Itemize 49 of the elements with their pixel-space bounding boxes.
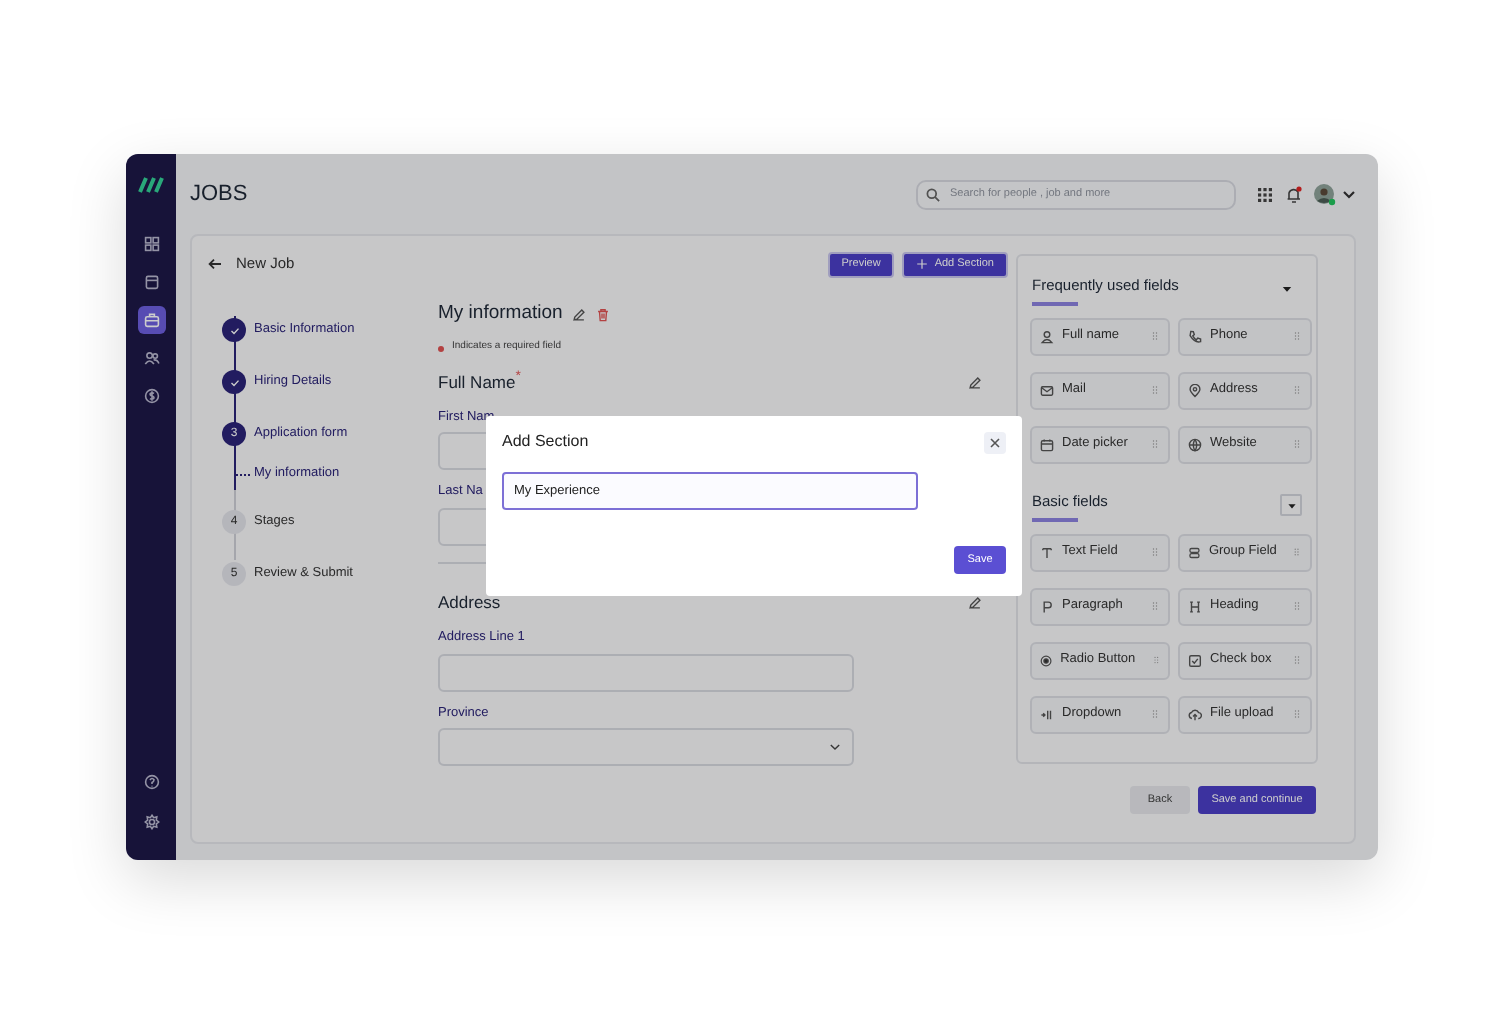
phone-icon: [1188, 329, 1202, 344]
page-title: JOBS: [190, 179, 248, 210]
close-button[interactable]: [984, 431, 1006, 453]
plus-icon: [916, 258, 929, 270]
check-icon: [227, 323, 241, 337]
radio-button-icon: [1040, 653, 1053, 667]
calendar-icon: [1040, 437, 1054, 452]
people-icon: [143, 350, 159, 366]
check-icon: [227, 375, 241, 389]
section-title: Address: [438, 590, 501, 616]
mail-icon: [1040, 383, 1054, 398]
select-field[interactable]: [438, 728, 854, 767]
collapse-button[interactable]: [1280, 494, 1302, 517]
dialog-title: Add Section: [502, 430, 589, 454]
section-title: Full Name$^{*}$: [438, 369, 521, 395]
cloud-upload-icon: [1188, 707, 1202, 721]
pencil-icon: [572, 307, 587, 322]
heading-icon: [1188, 599, 1202, 613]
logo-icon: [138, 176, 164, 194]
apps-grid-icon[interactable]: [1258, 187, 1272, 201]
pencil-icon: [968, 375, 982, 390]
dollar-coin-icon: [143, 388, 159, 404]
notification-bell-icon[interactable]: [1286, 185, 1302, 203]
paragraph-icon: [1040, 599, 1054, 613]
avatar[interactable]: [1314, 183, 1336, 205]
trash-icon: [596, 307, 611, 322]
back-arrow-icon[interactable]: [208, 258, 222, 270]
caret-down-icon: [1285, 499, 1297, 512]
search-icon: [926, 187, 940, 201]
person-icon: [1040, 329, 1054, 344]
dashboard-grid-icon: [143, 236, 159, 252]
caret-down-icon[interactable]: [1280, 282, 1294, 297]
chevron-down-icon[interactable]: [1342, 189, 1356, 199]
briefcase-icon: [143, 312, 159, 328]
input-field[interactable]: [438, 653, 854, 691]
globe-icon: [1188, 437, 1202, 452]
calendar-icon: [143, 274, 159, 290]
chevron-down-icon: [828, 740, 842, 755]
text-icon: [1040, 545, 1054, 559]
location-pin-icon: [1188, 383, 1202, 398]
group-icon: [1188, 545, 1201, 559]
close-icon: [990, 437, 1000, 447]
sidebar-item[interactable]: [137, 306, 165, 334]
pencil-icon: [968, 595, 982, 610]
dropdown-icon: [1040, 707, 1054, 721]
checkbox-icon: [1188, 653, 1202, 667]
form-title: My information: [438, 304, 563, 328]
settings-icon: [143, 814, 159, 830]
help-icon: [143, 774, 159, 790]
